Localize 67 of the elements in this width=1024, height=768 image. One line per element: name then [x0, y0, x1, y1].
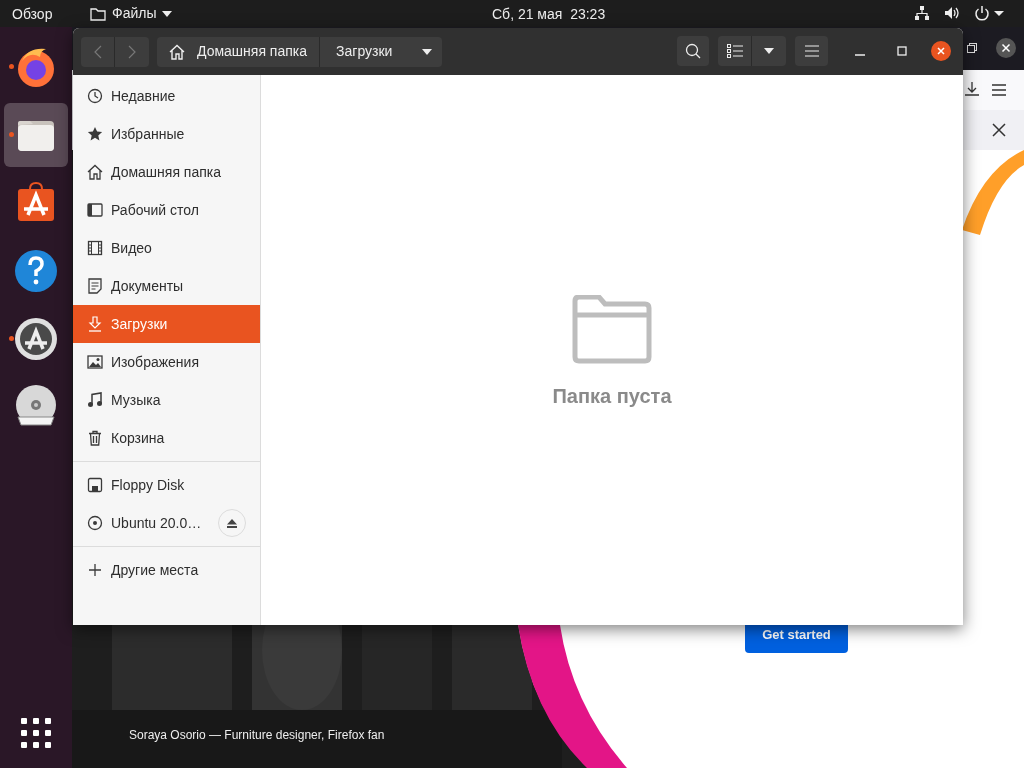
sidebar-item[interactable]: Недавние	[73, 77, 260, 115]
list-icon	[726, 44, 743, 58]
menu-icon	[804, 45, 819, 57]
sidebar-item[interactable]: Видео	[73, 229, 260, 267]
clock-icon	[87, 88, 103, 104]
download-icon[interactable]	[965, 82, 979, 96]
film-icon	[87, 240, 103, 256]
network-icon[interactable]	[914, 5, 930, 21]
get-started-button[interactable]: Get started	[745, 625, 848, 653]
sidebar-item[interactable]: Рабочий стол	[73, 191, 260, 229]
menu-button[interactable]	[795, 36, 828, 66]
sidebar-item[interactable]: Домашняя папка	[73, 153, 260, 191]
disc-icon	[87, 515, 103, 531]
apps-grid-icon[interactable]	[21, 718, 51, 748]
home-icon	[87, 164, 103, 180]
desktop-icon	[87, 202, 103, 218]
photo-caption: Soraya Osorio — Furniture designer, Firefox fan	[129, 727, 385, 744]
maximize-icon	[897, 46, 907, 56]
trash-icon	[87, 430, 103, 446]
sidebar-item[interactable]: Изображения	[73, 343, 260, 381]
caret-icon	[162, 10, 173, 17]
help-icon	[12, 247, 60, 295]
sidebar-item[interactable]: Корзина	[73, 419, 260, 457]
download-icon	[87, 316, 103, 332]
sidebar-item[interactable]: Документы	[73, 267, 260, 305]
search-icon	[685, 43, 701, 59]
floppy-icon	[87, 477, 103, 493]
caret-icon	[422, 48, 433, 55]
sidebar-item[interactable]: Floppy Disk	[73, 466, 260, 504]
sidebar-item[interactable]: Загрузки	[73, 305, 260, 343]
caret-icon	[764, 48, 774, 54]
star-icon	[87, 126, 103, 142]
folder-icon	[90, 6, 106, 21]
search-button[interactable]	[677, 36, 709, 66]
minimize-icon	[855, 54, 865, 56]
sidebar-item[interactable]: Ubuntu 20.0…	[73, 504, 260, 542]
app-menu[interactable]: Файлы	[90, 3, 173, 24]
menu-icon[interactable]	[992, 84, 1006, 96]
eject-button[interactable]	[218, 509, 246, 537]
close-icon[interactable]	[996, 38, 1016, 58]
sidebar-item[interactable]: Другие места	[73, 551, 260, 589]
power-icon[interactable]	[974, 5, 1004, 21]
close-button[interactable]	[931, 41, 951, 61]
close-icon[interactable]	[992, 123, 1006, 137]
clock[interactable]: Сб, 21 мая 23:23	[492, 4, 606, 25]
eject-icon	[227, 518, 237, 528]
restore-icon[interactable]	[967, 43, 977, 53]
document-icon	[87, 278, 103, 294]
volume-icon[interactable]	[944, 5, 960, 21]
folder-icon	[571, 295, 653, 365]
view-button[interactable]	[718, 36, 752, 66]
chevron-right-icon	[128, 44, 136, 59]
image-icon	[87, 354, 103, 370]
empty-folder-message: Папка пуста	[552, 384, 672, 409]
activities-button[interactable]: Обзор	[12, 4, 53, 25]
path-segment[interactable]: Домашняя папка	[157, 36, 320, 67]
dock-item[interactable]	[4, 103, 68, 167]
view-options-button[interactable]	[752, 36, 786, 66]
plus-icon	[87, 562, 103, 578]
music-icon	[87, 392, 103, 408]
sidebar-item[interactable]: Избранные	[73, 115, 260, 153]
update-icon	[12, 315, 60, 363]
home-icon	[169, 43, 185, 60]
sidebar-item[interactable]: Музыка	[73, 381, 260, 419]
path-segment[interactable]: Загрузки	[319, 36, 443, 67]
close-icon	[937, 47, 945, 55]
chevron-left-icon	[93, 44, 102, 59]
